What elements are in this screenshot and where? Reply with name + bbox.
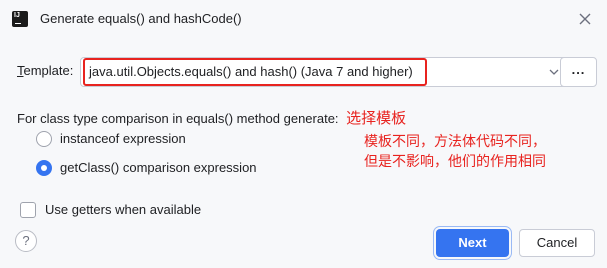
chevron-down-icon: [549, 69, 559, 75]
title-bar: IJ Generate equals() and hashCode(): [0, 0, 607, 40]
annotation-select-template: 选择模板: [346, 109, 407, 127]
checkbox-label: Use getters when available: [45, 202, 202, 217]
template-row: Template: java.util.Objects.equals() and…: [17, 57, 597, 87]
checkbox[interactable]: [20, 202, 36, 218]
annotation-note-line2: 但是不影响，他们的作用相同: [364, 154, 546, 170]
radio-button-selected[interactable]: [36, 160, 52, 176]
template-label: Template:: [17, 63, 74, 78]
next-button[interactable]: Next: [436, 229, 509, 257]
radio-button[interactable]: [36, 131, 52, 147]
template-dropdown[interactable]: java.util.Objects.equals() and hash() (J…: [80, 57, 568, 87]
radio-label: instanceof expression: [60, 131, 186, 146]
annotation-note-line1: 模板不同，方法体代码不同，: [364, 134, 546, 150]
help-icon[interactable]: ?: [15, 230, 37, 252]
comparison-label: For class type comparison in equals() me…: [17, 109, 407, 127]
cancel-button[interactable]: Cancel: [519, 229, 595, 257]
template-selected-value: java.util.Objects.equals() and hash() (J…: [89, 64, 413, 79]
radio-label: getClass() comparison expression: [60, 160, 257, 175]
intellij-idea-icon: IJ: [12, 11, 28, 27]
template-more-button[interactable]: ...: [560, 57, 597, 87]
close-icon[interactable]: [574, 8, 596, 30]
dialog-title: Generate equals() and hashCode(): [40, 11, 242, 26]
